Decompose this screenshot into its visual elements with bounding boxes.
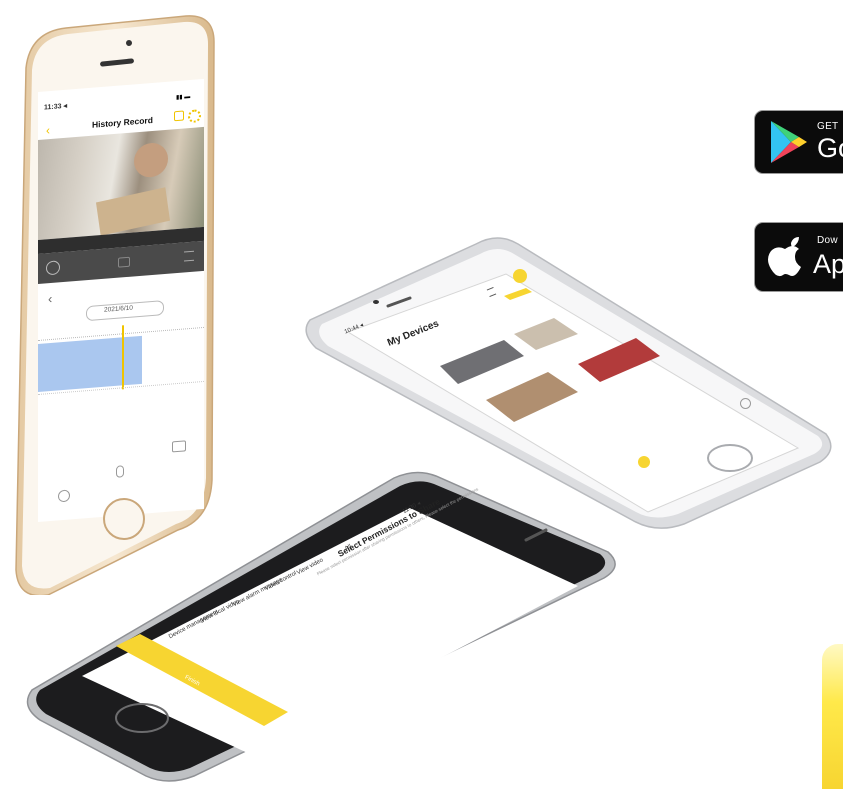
list-icon[interactable]: [184, 250, 194, 262]
app-store-line1: Dow: [817, 235, 838, 246]
app-store-line2: Ap: [813, 249, 843, 279]
snapshot-icon[interactable]: [118, 256, 130, 268]
back-chevron-icon[interactable]: ‹: [46, 123, 50, 137]
phone-black-body: [26, 471, 616, 782]
home-tab-icon: [638, 456, 650, 468]
apple-icon: [768, 237, 801, 277]
app-store-badge[interactable]: Dow Ap: [754, 222, 843, 292]
google-play-icon: [771, 121, 807, 163]
timeline-cursor[interactable]: [122, 325, 124, 390]
timeline-recorded-segment[interactable]: [38, 335, 142, 392]
phone-select-permissions: 11:30 ◂ Select Permissions to Share Plea…: [18, 470, 618, 785]
front-camera: [126, 40, 132, 46]
screen-history-record: 11:33 ◂ ▮▮ ▬ ‹ History Record ‹ 2021/6/1…: [38, 78, 204, 522]
back-arrow-icon[interactable]: ‹: [48, 291, 52, 306]
google-play-badge[interactable]: GET Go: [754, 110, 843, 174]
add-device-icon: [513, 269, 527, 283]
yellow-card: [822, 644, 843, 789]
google-play-line2: Go: [817, 133, 843, 163]
status-icons: ▮▮ ▬: [176, 94, 191, 102]
google-play-line1: GET: [817, 121, 839, 132]
camera-icon[interactable]: [172, 440, 186, 453]
edit-icon[interactable]: [174, 110, 184, 122]
settings-icon[interactable]: [188, 109, 201, 124]
page-title: History Record: [92, 114, 153, 130]
status-time: 11:33 ◂: [44, 102, 67, 112]
profile-icon[interactable]: [740, 398, 751, 409]
